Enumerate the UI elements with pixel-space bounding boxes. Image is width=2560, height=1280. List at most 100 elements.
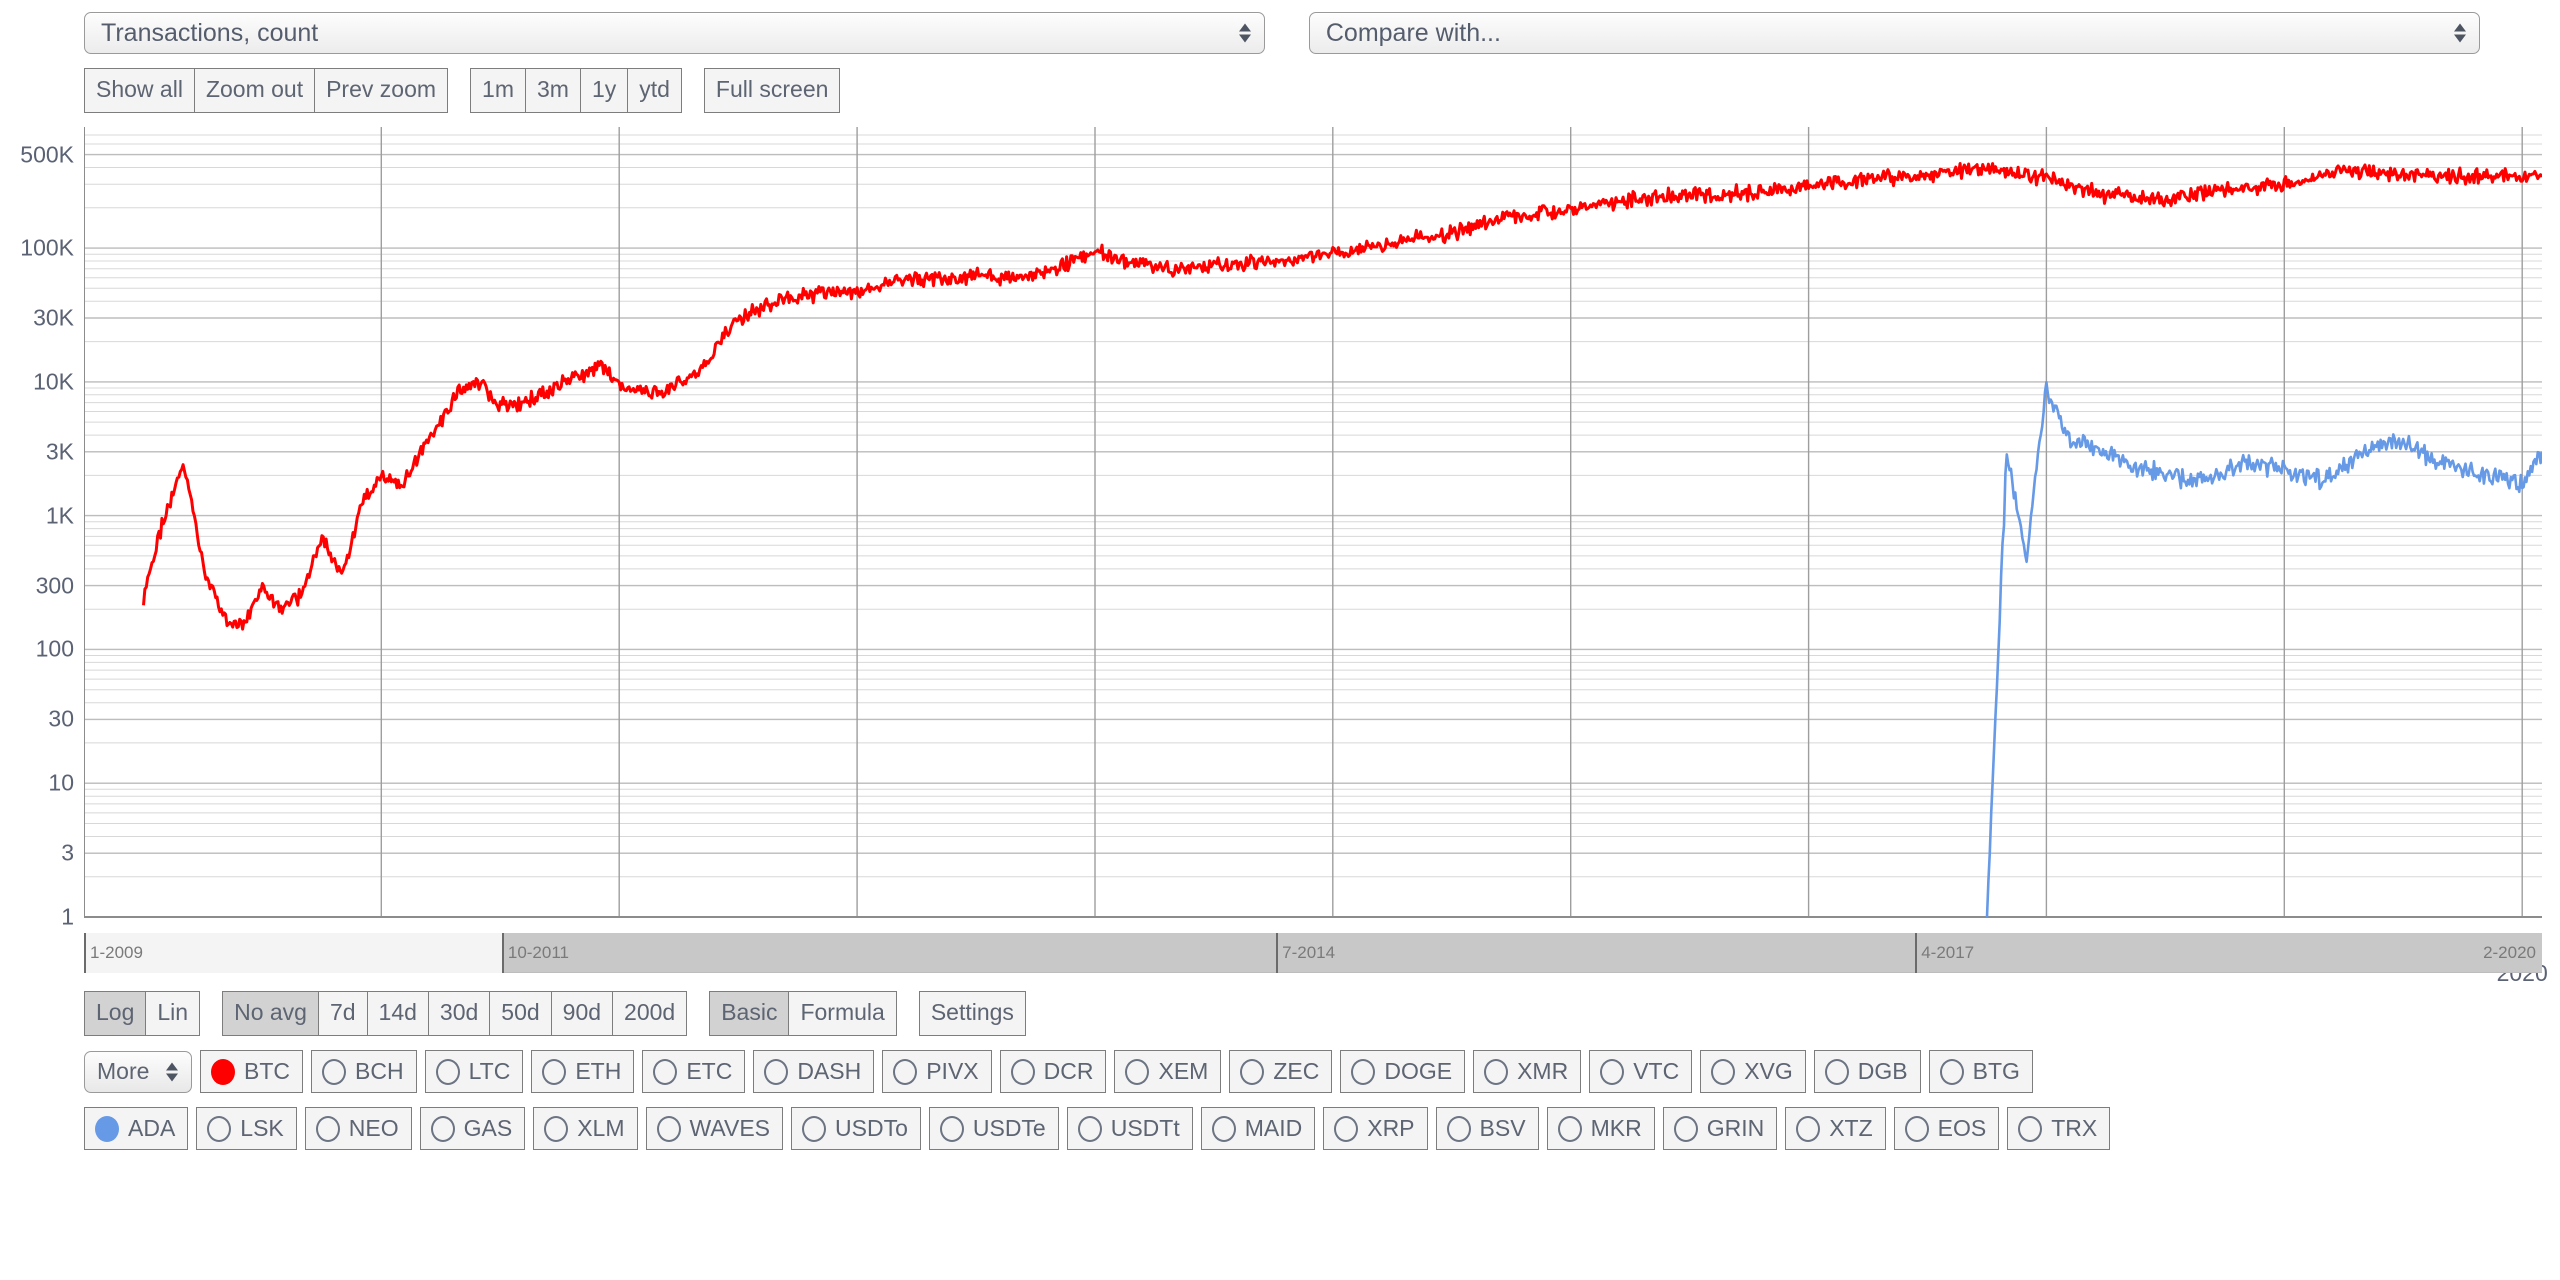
coin-button-dcr[interactable]: DCR: [999, 1050, 1107, 1093]
zoom-out-button[interactable]: Zoom out: [193, 68, 316, 113]
radio-icon[interactable]: [1211, 1115, 1236, 1142]
coin-button-vtc[interactable]: VTC: [1589, 1050, 1693, 1093]
metric-select[interactable]: Transactions, count: [84, 12, 1265, 54]
coin-button-pivx[interactable]: PIVX: [882, 1050, 992, 1093]
avg-30d-button[interactable]: 30d: [427, 991, 491, 1036]
radio-icon[interactable]: [1557, 1115, 1582, 1142]
more-coins-dropdown[interactable]: More: [84, 1050, 192, 1093]
prev-zoom-button[interactable]: Prev zoom: [314, 68, 449, 113]
coin-button-ltc[interactable]: LTC: [424, 1050, 524, 1093]
coin-button-gas[interactable]: GAS: [419, 1107, 526, 1150]
coin-button-btc[interactable]: BTC: [200, 1050, 303, 1093]
full-screen-button[interactable]: Full screen: [703, 68, 841, 113]
radio-icon[interactable]: [95, 1115, 119, 1142]
radio-icon[interactable]: [1904, 1115, 1929, 1142]
coin-button-xrp[interactable]: XRP: [1323, 1107, 1428, 1150]
settings-button[interactable]: Settings: [918, 991, 1026, 1036]
radio-icon[interactable]: [764, 1058, 789, 1085]
spinner-arrows-icon[interactable]: [1238, 23, 1251, 43]
coin-button-grin[interactable]: GRIN: [1662, 1107, 1778, 1150]
navigator-tick[interactable]: [1276, 933, 1279, 973]
radio-icon[interactable]: [1600, 1058, 1625, 1085]
radio-icon[interactable]: [1351, 1058, 1376, 1085]
range-1m-button[interactable]: 1m: [470, 68, 526, 113]
formula-mode-button[interactable]: Formula: [788, 991, 897, 1036]
range-1y-button[interactable]: 1y: [579, 68, 629, 113]
radio-icon[interactable]: [1711, 1058, 1736, 1085]
radio-icon[interactable]: [1125, 1058, 1150, 1085]
radio-icon[interactable]: [1240, 1058, 1265, 1085]
chart-plot-area[interactable]: [84, 127, 2542, 927]
navigator-tick[interactable]: [1915, 933, 1918, 973]
coin-button-usdto[interactable]: USDTo: [791, 1107, 921, 1150]
coin-button-mkr[interactable]: MKR: [1546, 1107, 1655, 1150]
avg-7d-button[interactable]: 7d: [317, 991, 368, 1036]
radio-icon[interactable]: [1673, 1115, 1698, 1142]
chart-container[interactable]: 1310301003001K3K10K30K100K500K Jan 2011J…: [0, 127, 2560, 986]
radio-icon[interactable]: [893, 1058, 918, 1085]
avg-90d-button[interactable]: 90d: [550, 991, 614, 1036]
coin-button-zec[interactable]: ZEC: [1229, 1050, 1333, 1093]
radio-icon[interactable]: [207, 1115, 232, 1142]
radio-icon[interactable]: [1334, 1115, 1359, 1142]
radio-icon[interactable]: [802, 1115, 827, 1142]
coin-button-btg[interactable]: BTG: [1928, 1050, 2033, 1093]
coin-button-bch[interactable]: BCH: [311, 1050, 417, 1093]
coin-button-waves[interactable]: WAVES: [645, 1107, 784, 1150]
coin-button-xvg[interactable]: XVG: [1700, 1050, 1806, 1093]
avg-50d-button[interactable]: 50d: [489, 991, 552, 1036]
spinner-arrows-icon[interactable]: [2454, 23, 2466, 43]
range-ytd-button[interactable]: ytd: [627, 68, 682, 113]
radio-icon[interactable]: [2018, 1115, 2043, 1142]
radio-icon[interactable]: [435, 1058, 460, 1085]
radio-icon[interactable]: [1446, 1115, 1471, 1142]
coin-button-dash[interactable]: DASH: [753, 1050, 875, 1093]
coin-button-lsk[interactable]: LSK: [196, 1107, 297, 1150]
coin-button-maid[interactable]: MAID: [1200, 1107, 1316, 1150]
range-navigator[interactable]: 1-2009 10-2011 7-2014 4-2017 2-2020: [84, 933, 2542, 973]
radio-icon[interactable]: [542, 1058, 567, 1085]
radio-icon[interactable]: [544, 1115, 569, 1142]
log-scale-button[interactable]: Log: [84, 991, 147, 1036]
radio-icon[interactable]: [315, 1115, 340, 1142]
radio-icon[interactable]: [430, 1115, 455, 1142]
coin-button-bsv[interactable]: BSV: [1435, 1107, 1539, 1150]
coin-button-xmr[interactable]: XMR: [1473, 1050, 1582, 1093]
radio-icon[interactable]: [211, 1058, 235, 1085]
coin-button-usdtt[interactable]: USDTt: [1066, 1107, 1193, 1150]
radio-icon[interactable]: [653, 1058, 678, 1085]
no-avg-button[interactable]: No avg: [222, 991, 319, 1036]
avg-200d-button[interactable]: 200d: [612, 991, 688, 1036]
compare-select[interactable]: Compare with...: [1308, 12, 2480, 54]
navigator-unselected-area[interactable]: [84, 933, 502, 973]
radio-icon[interactable]: [939, 1115, 964, 1142]
navigator-tick[interactable]: [501, 933, 504, 973]
range-3m-button[interactable]: 3m: [524, 68, 581, 113]
radio-icon[interactable]: [1796, 1115, 1821, 1142]
show-all-button[interactable]: Show all: [84, 68, 195, 113]
coin-button-eos[interactable]: EOS: [1893, 1107, 2000, 1150]
coin-button-etc[interactable]: ETC: [642, 1050, 746, 1093]
lin-scale-button[interactable]: Lin: [145, 991, 201, 1036]
radio-icon[interactable]: [322, 1058, 346, 1085]
coin-button-xlm[interactable]: XLM: [533, 1107, 638, 1150]
radio-icon[interactable]: [656, 1115, 681, 1142]
coin-button-doge[interactable]: DOGE: [1340, 1050, 1466, 1093]
basic-mode-button[interactable]: Basic: [709, 991, 790, 1036]
coin-button-xem[interactable]: XEM: [1114, 1050, 1222, 1093]
spinner-arrows-icon[interactable]: [166, 1062, 178, 1081]
avg-14d-button[interactable]: 14d: [366, 991, 429, 1036]
radio-icon[interactable]: [1484, 1058, 1509, 1085]
coin-button-neo[interactable]: NEO: [304, 1107, 412, 1150]
coin-button-eth[interactable]: ETH: [531, 1050, 635, 1093]
coin-button-xtz[interactable]: XTZ: [1785, 1107, 1886, 1150]
coin-button-trx[interactable]: TRX: [2007, 1107, 2111, 1150]
radio-icon[interactable]: [1077, 1115, 1102, 1142]
radio-icon[interactable]: [1010, 1058, 1035, 1085]
coin-button-usdte[interactable]: USDTe: [928, 1107, 1059, 1150]
radio-icon[interactable]: [1939, 1058, 1964, 1085]
radio-icon[interactable]: [1824, 1058, 1849, 1085]
coin-button-ada[interactable]: ADA: [84, 1107, 189, 1150]
coin-button-dgb[interactable]: DGB: [1813, 1050, 1921, 1093]
navigator-tick[interactable]: [84, 933, 86, 973]
